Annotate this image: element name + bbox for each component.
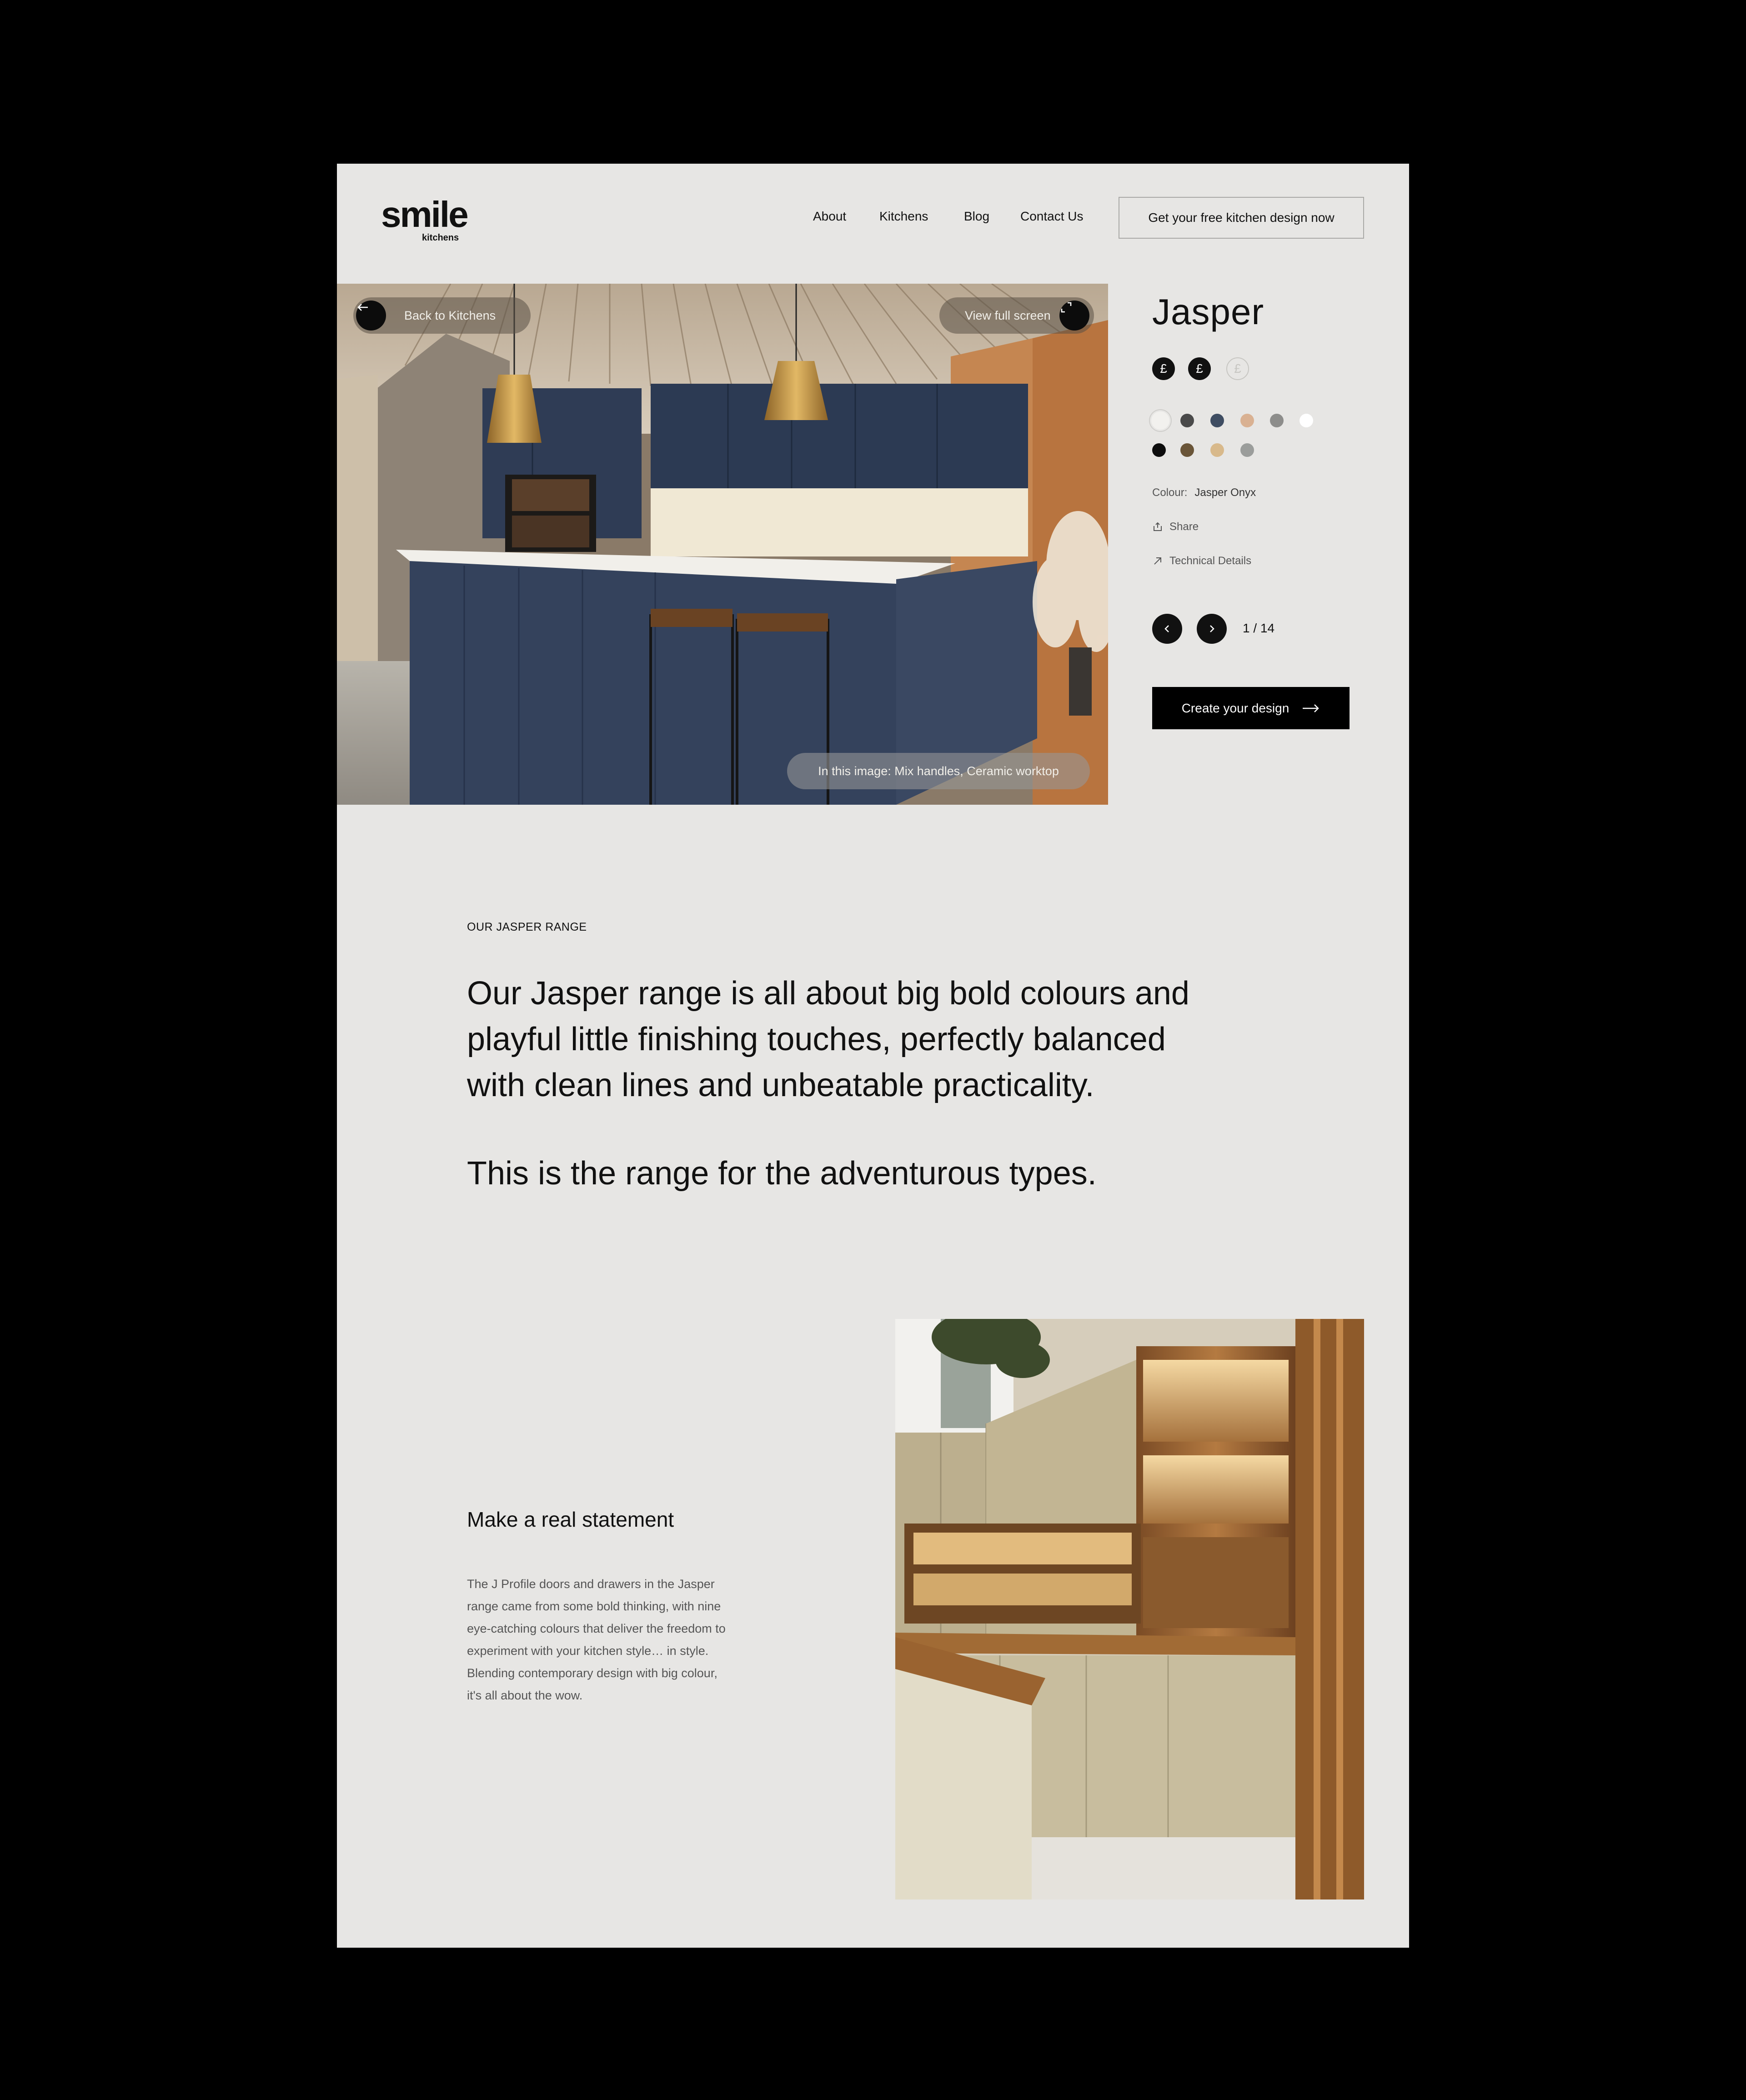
statement-title: Make a real statement	[467, 1508, 674, 1531]
share-icon	[1154, 522, 1162, 531]
colour-swatch[interactable]	[1270, 414, 1284, 427]
sage-kitchen-photo	[895, 1319, 1364, 1900]
statement-line-4: experiment with your kitchen style… in s…	[467, 1644, 709, 1658]
chevron-left-icon	[1164, 625, 1169, 632]
create-design-button[interactable]: Create your design	[1152, 687, 1350, 729]
colour-swatch[interactable]	[1151, 411, 1169, 430]
logo-text: smile	[381, 194, 469, 235]
nav-blog[interactable]: Blog	[964, 209, 989, 224]
colour-swatch[interactable]	[1299, 414, 1313, 427]
page: smile kitchens About Kitchens Blog Conta…	[337, 164, 1409, 1948]
section-eyebrow: OUR JASPER RANGE	[467, 921, 587, 933]
intro-tagline: This is the range for the adventurous ty…	[467, 1155, 1097, 1192]
intro-line-2: playful little finishing touches, perfec…	[467, 1021, 1166, 1058]
image-caption: In this image: Mix handles, Ceramic work…	[787, 753, 1090, 789]
arrow-right-icon	[1303, 704, 1320, 712]
nav-contact-us[interactable]: Contact Us	[1020, 209, 1084, 224]
image-caption-text: In this image: Mix handles, Ceramic work…	[818, 764, 1059, 778]
fullscreen-icon[interactable]	[1059, 301, 1089, 331]
statement-line-3: eye-catching colours that deliver the fr…	[467, 1622, 726, 1635]
back-to-kitchens-label: Back to Kitchens	[404, 308, 496, 322]
logo-subtext: kitchens	[422, 233, 459, 243]
colour-swatch[interactable]	[1210, 414, 1224, 427]
colour-swatch[interactable]	[1240, 414, 1254, 427]
price-level-2: £	[1188, 357, 1211, 380]
image-counter: 1 / 14	[1243, 621, 1275, 635]
create-design-label: Create your design	[1181, 701, 1289, 715]
view-full-screen-label: View full screen	[965, 308, 1051, 322]
colour-swatch[interactable]	[1152, 443, 1166, 457]
intro-line-3: with clean lines and unbeatable practica…	[467, 1067, 1094, 1103]
statement-image	[895, 1319, 1364, 1900]
price-level-1: £	[1152, 357, 1175, 380]
colour-swatch[interactable]	[1240, 443, 1254, 457]
technical-details-link[interactable]: Technical Details	[1152, 555, 1251, 567]
statement-body: The J Profile doors and drawers in the J…	[467, 1573, 776, 1707]
share-label: Share	[1169, 521, 1199, 533]
kitchen-photo	[337, 284, 1108, 805]
colour-label: Colour:	[1152, 486, 1188, 499]
nav-kitchens[interactable]: Kitchens	[879, 209, 928, 224]
intro-line-1: Our Jasper range is all about big bold c…	[467, 975, 1189, 1012]
colour-swatch[interactable]	[1180, 443, 1194, 457]
share-link[interactable]: Share	[1152, 521, 1199, 533]
colour-value: Jasper Onyx	[1194, 486, 1256, 499]
hero-image: Back to Kitchens View full screen In thi…	[337, 284, 1108, 805]
statement-line-5: Blending contemporary design with big co…	[467, 1666, 717, 1680]
chevron-right-icon	[1210, 625, 1214, 632]
free-design-button[interactable]: Get your free kitchen design now	[1119, 197, 1364, 239]
price-level-3: £	[1226, 357, 1249, 380]
intro-paragraph: Our Jasper range is all about big bold c…	[467, 971, 1240, 1108]
colour-row: Colour: Jasper Onyx	[1152, 486, 1256, 499]
statement-line-6: it's all about the wow.	[467, 1689, 583, 1702]
product-title: Jasper	[1152, 291, 1264, 332]
statement-line-1: The J Profile doors and drawers in the J…	[467, 1577, 715, 1591]
technical-details-label: Technical Details	[1169, 555, 1252, 567]
logo[interactable]: smile kitchens	[381, 194, 472, 243]
colour-swatch[interactable]	[1210, 443, 1224, 457]
external-arrow-icon	[1154, 557, 1161, 565]
colour-swatch[interactable]	[1180, 414, 1194, 427]
nav-about[interactable]: About	[813, 209, 846, 224]
statement-line-2: range came from some bold thinking, with…	[467, 1599, 721, 1613]
prev-image-button[interactable]	[1152, 614, 1182, 644]
back-arrow-icon[interactable]	[356, 301, 386, 331]
next-image-button[interactable]	[1197, 614, 1227, 644]
